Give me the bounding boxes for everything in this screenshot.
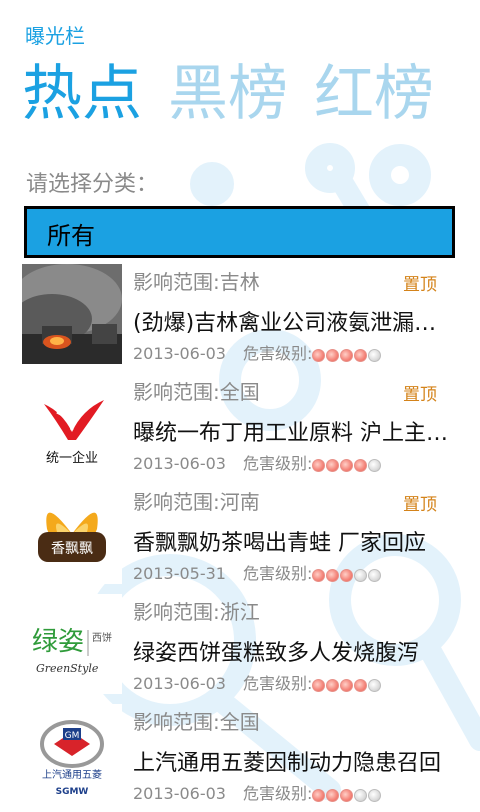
item-date: 2013-06-03	[133, 674, 226, 693]
thumb-logo-text-gm: GM	[65, 731, 80, 741]
impact-scope: 影响范围:全国	[133, 380, 260, 404]
hazard-dot-empty-icon	[368, 679, 382, 692]
tab-blacklist[interactable]: 黑榜	[168, 59, 288, 129]
hazard-dot-empty-icon	[368, 459, 382, 472]
hazard-dot-filled-icon	[312, 459, 326, 472]
item-date: 2013-06-03	[133, 784, 226, 803]
app-title: 曝光栏	[25, 24, 85, 48]
item-date: 2013-05-31	[133, 564, 226, 583]
item-meta: 2013-06-03 危害级别:	[133, 340, 382, 366]
hazard-dot-filled-icon	[340, 679, 354, 692]
hazard-dot-filled-icon	[340, 349, 354, 362]
hazard-dot-filled-icon	[340, 459, 354, 472]
hazard-dot-empty-icon	[354, 569, 368, 582]
hazard-level-label: 危害级别:	[243, 344, 313, 363]
hazard-dot-filled-icon	[354, 459, 368, 472]
item-meta: 2013-06-03 危害级别:	[133, 780, 382, 806]
hazard-level-rating	[312, 457, 382, 476]
impact-scope: 影响范围:吉林	[133, 270, 260, 294]
thumb-logo-text: 上汽通用五菱	[42, 768, 102, 781]
thumb-logo-text-english: SGMW	[56, 787, 89, 797]
hazard-dot-filled-icon	[312, 569, 326, 582]
thumb-logo-text: 香飘飘	[51, 541, 93, 557]
hazard-level-label: 危害级别:	[243, 674, 313, 693]
list-item[interactable]: 绿姿 西饼 GreenStyle 影响范围:浙江 绿姿西饼蛋糕致多人发烧腹泻 2…	[0, 592, 480, 702]
hazard-dot-filled-icon	[340, 789, 354, 802]
item-meta: 2013-06-03 危害级别:	[133, 670, 382, 696]
xiangpiaopiao-logo: 香飘飘	[22, 484, 122, 584]
item-headline: 上汽通用五菱因制动力隐患召回	[133, 751, 442, 776]
category-label: 请选择分类：	[26, 172, 159, 197]
list-item[interactable]: GM 上汽通用五菱 SGMW 影响范围:全国 上汽通用五菱因制动力隐患召回 20…	[0, 702, 480, 812]
item-date: 2013-06-03	[133, 454, 226, 473]
hazard-level-rating	[312, 787, 382, 806]
item-date: 2013-06-03	[133, 344, 226, 363]
hazard-dot-empty-icon	[368, 569, 382, 582]
pinned-badge: 置顶	[403, 385, 437, 405]
hazard-level-label: 危害级别:	[243, 564, 313, 583]
greenstyle-logo: 绿姿 西饼 GreenStyle	[22, 594, 122, 694]
hazard-level-label: 危害级别:	[243, 784, 313, 803]
sgmw-logo: GM 上汽通用五菱 SGMW	[22, 704, 122, 804]
hazard-dot-filled-icon	[354, 679, 368, 692]
hazard-dot-empty-icon	[368, 789, 382, 802]
hazard-dot-filled-icon	[326, 459, 340, 472]
pinned-badge: 置顶	[403, 495, 437, 515]
item-headline: (劲爆)吉林禽业公司液氨泄漏爆炸事故	[133, 311, 453, 336]
thumb-logo-text-secondary: 西饼	[92, 631, 112, 644]
hazard-dot-filled-icon	[312, 679, 326, 692]
hazard-level-rating	[312, 567, 382, 586]
uni-president-logo: 统一企业	[22, 374, 122, 474]
hazard-level-rating	[312, 677, 382, 696]
hazard-dot-filled-icon	[326, 789, 340, 802]
hazard-dot-filled-icon	[326, 569, 340, 582]
impact-scope: 影响范围:河南	[133, 490, 260, 514]
hazard-dot-filled-icon	[312, 349, 326, 362]
pivot-header: 热点 黑榜 红榜	[22, 52, 460, 136]
hazard-level-rating	[312, 347, 382, 366]
hazard-level-label: 危害级别:	[243, 454, 313, 473]
list-item[interactable]: 香飘飘 影响范围:河南 置顶 香飘飘奶茶喝出青蛙 厂家回应 2013-05-31…	[0, 482, 480, 592]
thumb-logo-text: 绿姿	[32, 627, 84, 657]
category-select[interactable]: 所有	[24, 206, 455, 258]
tab-hot[interactable]: 热点	[22, 59, 142, 129]
hazard-dot-filled-icon	[312, 789, 326, 802]
tab-redlist[interactable]: 红榜	[314, 59, 434, 129]
item-meta: 2013-06-03 危害级别:	[133, 450, 382, 476]
list-item[interactable]: 影响范围:吉林 置顶 (劲爆)吉林禽业公司液氨泄漏爆炸事故 2013-06-03…	[0, 262, 480, 372]
item-headline: 曝统一布丁用工业原料 沪上主要超市下架	[133, 421, 453, 446]
fire-smoke-photo	[22, 264, 122, 364]
item-headline: 绿姿西饼蛋糕致多人发烧腹泻	[133, 641, 420, 666]
pinned-badge: 置顶	[403, 275, 437, 295]
item-headline: 香飘飘奶茶喝出青蛙 厂家回应	[133, 531, 426, 556]
thumb-logo-text: 统一企业	[46, 450, 98, 466]
impact-scope: 影响范围:浙江	[133, 600, 260, 624]
impact-scope: 影响范围:全国	[133, 710, 260, 734]
hazard-dot-filled-icon	[340, 569, 354, 582]
hazard-dot-filled-icon	[326, 679, 340, 692]
hazard-dot-empty-icon	[368, 349, 382, 362]
thumb-logo-text-english: GreenStyle	[36, 662, 99, 675]
hazard-dot-empty-icon	[354, 789, 368, 802]
hazard-dot-filled-icon	[326, 349, 340, 362]
hazard-dot-filled-icon	[354, 349, 368, 362]
category-selected-value: 所有	[47, 222, 95, 250]
item-meta: 2013-05-31 危害级别:	[133, 560, 382, 586]
list-item[interactable]: 统一企业 影响范围:全国 置顶 曝统一布丁用工业原料 沪上主要超市下架 2013…	[0, 372, 480, 482]
